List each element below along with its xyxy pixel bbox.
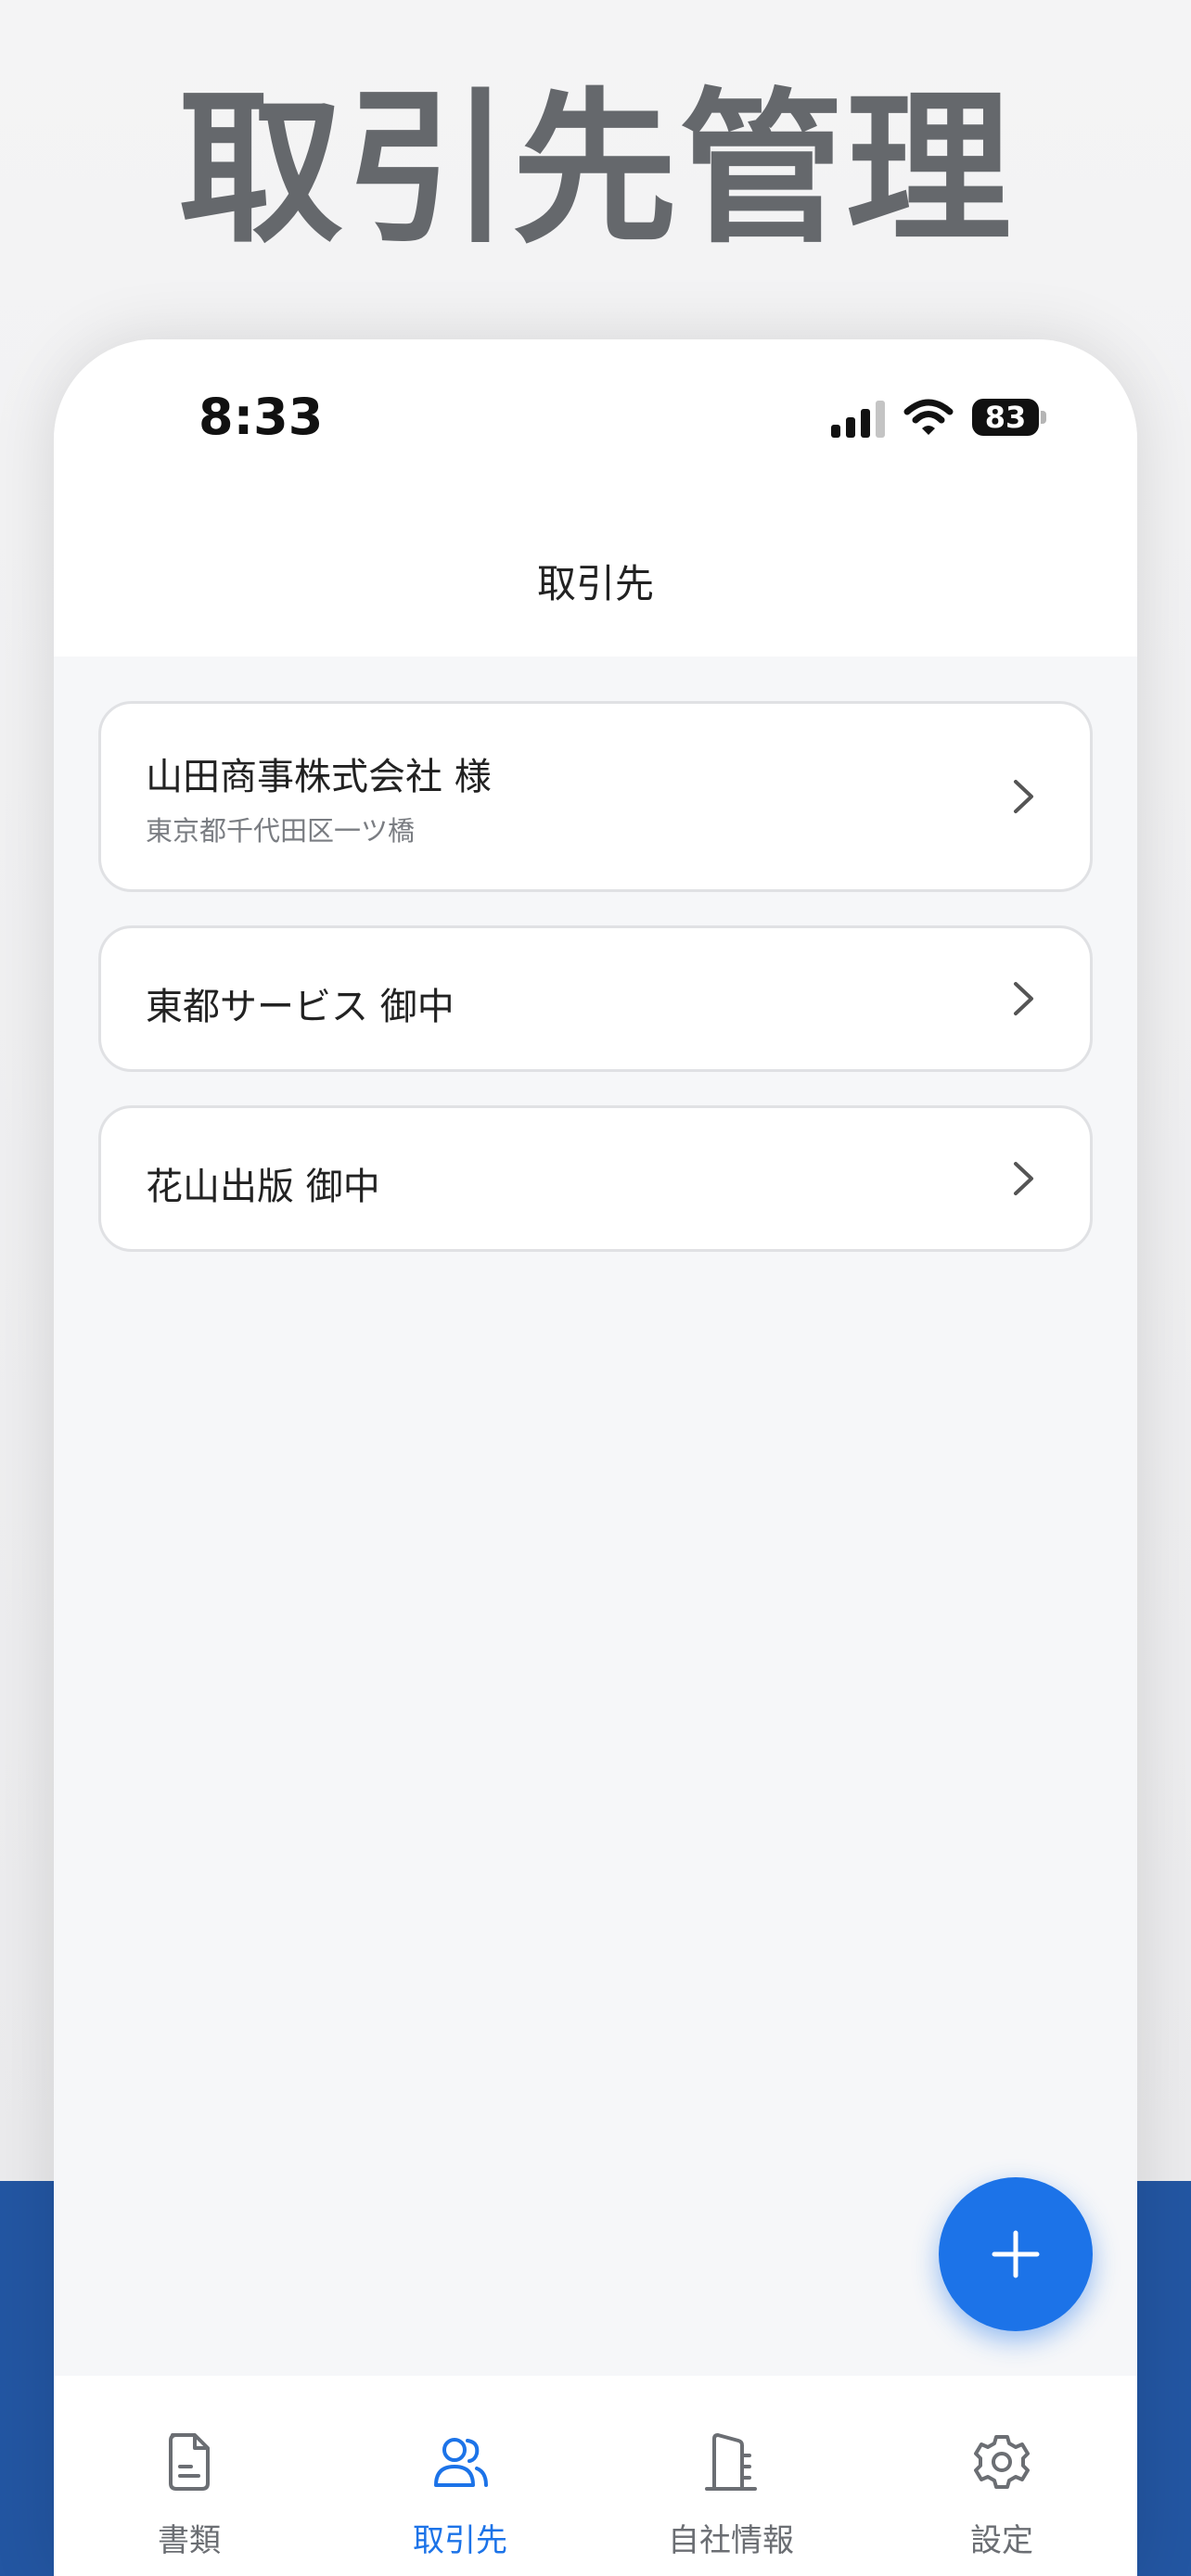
client-card-tohto[interactable]: 東都サービス 御中	[98, 925, 1093, 1072]
tab-settings[interactable]: 設定	[866, 2376, 1137, 2576]
add-client-button[interactable]	[939, 2177, 1093, 2331]
hero-title: 取引先管理	[178, 73, 1013, 265]
phone-screen: 8:33 83 取引先 山田商事株式会社 様 東京都千代田区一ツ橋 東都サービス…	[54, 339, 1137, 2576]
battery-level: 83	[972, 399, 1039, 436]
tab-documents[interactable]: 書類	[54, 2376, 325, 2576]
people-icon	[434, 2438, 488, 2487]
chevron-right-icon	[1014, 982, 1033, 1015]
wifi-icon	[903, 399, 954, 435]
client-address: 東京都千代田区一ツ橋	[146, 815, 416, 847]
battery-icon: 83	[972, 399, 1048, 436]
tab-label: 設定	[970, 2522, 1033, 2559]
tab-company-info[interactable]: 自社情報	[596, 2376, 866, 2576]
tab-clients[interactable]: 取引先	[325, 2376, 596, 2576]
client-card-hanayama[interactable]: 花山出版 御中	[98, 1105, 1093, 1252]
client-list: 山田商事株式会社 様 東京都千代田区一ツ橋 東都サービス 御中 花山出版 御中	[98, 701, 1093, 1285]
chevron-right-icon	[1014, 1162, 1033, 1195]
chevron-right-icon	[1014, 780, 1033, 813]
document-icon	[169, 2433, 210, 2491]
status-time: 8:33	[198, 388, 324, 446]
tab-label: 書類	[158, 2522, 221, 2559]
page-title: 取引先	[536, 561, 654, 606]
gear-icon	[974, 2435, 1030, 2489]
tab-label: 自社情報	[668, 2522, 794, 2559]
cellular-signal-icon	[831, 401, 885, 438]
client-name: 山田商事株式会社 様	[146, 756, 492, 798]
tab-bar: 書類 取引先 自社情報 設定	[54, 2376, 1137, 2576]
building-icon	[705, 2433, 757, 2491]
plus-icon	[992, 2230, 1040, 2278]
client-name: 東都サービス 御中	[146, 986, 455, 1028]
battery-cap	[1041, 411, 1046, 424]
tab-label: 取引先	[413, 2522, 507, 2559]
client-name: 花山出版 御中	[146, 1166, 380, 1208]
header: 8:33 83 取引先	[54, 339, 1137, 657]
client-card-yamada[interactable]: 山田商事株式会社 様 東京都千代田区一ツ橋	[98, 701, 1093, 892]
